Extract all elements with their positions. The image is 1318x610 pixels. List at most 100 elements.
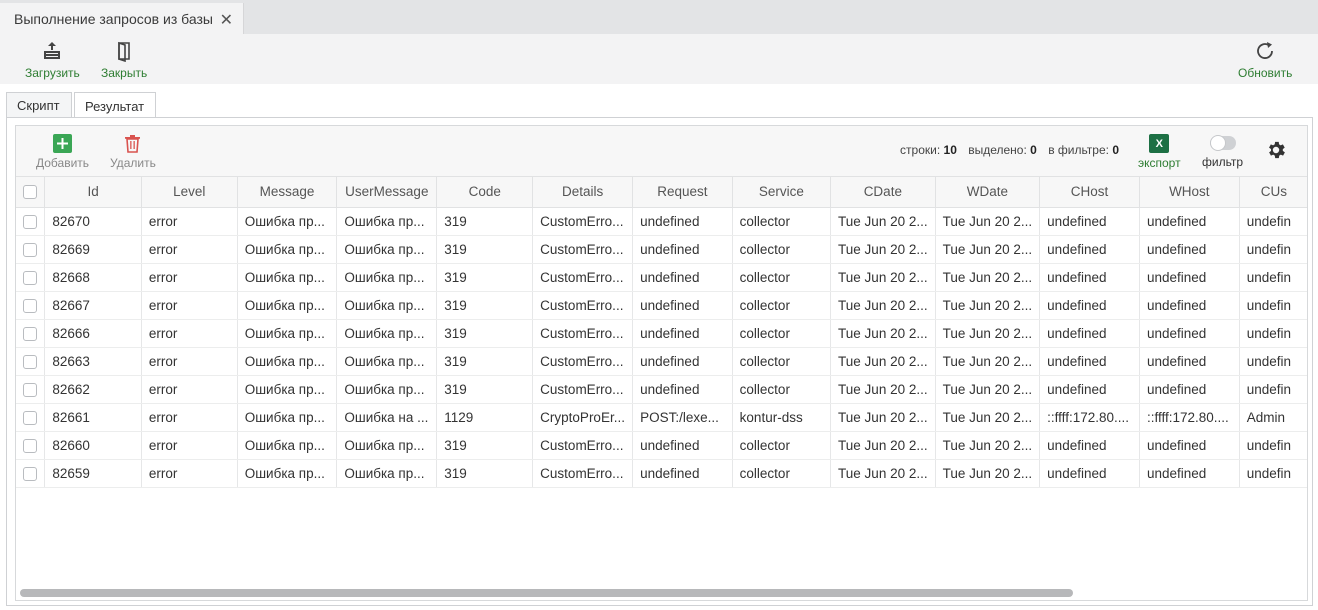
row-checkbox-cell[interactable] xyxy=(16,319,46,348)
table-cell[interactable]: undefined xyxy=(632,375,733,404)
table-cell[interactable]: ::ffff:172.80.... xyxy=(1039,403,1140,432)
table-cell[interactable]: undefined xyxy=(1039,263,1140,292)
table-cell[interactable]: 82669 xyxy=(44,235,142,264)
table-cell[interactable]: undefin xyxy=(1239,291,1307,320)
table-cell[interactable]: Tue Jun 20 2... xyxy=(830,459,936,488)
row-checkbox[interactable] xyxy=(23,270,38,285)
table-cell[interactable]: 319 xyxy=(436,375,534,404)
row-checkbox-cell[interactable] xyxy=(16,403,46,432)
table-cell[interactable]: Ошибка пр... xyxy=(237,207,338,236)
table-cell[interactable]: Ошибка пр... xyxy=(336,459,438,488)
table-cell[interactable]: Ошибка пр... xyxy=(336,207,438,236)
table-cell[interactable]: undefined xyxy=(1039,291,1140,320)
table-cell[interactable]: error xyxy=(141,235,238,264)
table-cell[interactable]: Tue Jun 20 2... xyxy=(935,319,1041,348)
close-icon[interactable]: ✕ xyxy=(220,10,233,30)
table-cell[interactable]: 319 xyxy=(436,347,534,376)
table-cell[interactable]: CryptoProEr... xyxy=(532,403,634,432)
table-cell[interactable]: CustomErro... xyxy=(532,291,634,320)
table-cell[interactable]: undefined xyxy=(632,263,733,292)
row-checkbox-cell[interactable] xyxy=(16,263,46,292)
table-cell[interactable]: 319 xyxy=(436,459,534,488)
table-cell[interactable]: Ошибка пр... xyxy=(237,235,338,264)
table-cell[interactable]: Ошибка пр... xyxy=(237,403,338,432)
table-cell[interactable]: Tue Jun 20 2... xyxy=(830,291,936,320)
table-cell[interactable]: Ошибка пр... xyxy=(237,263,338,292)
table-cell[interactable]: undefined xyxy=(1139,263,1240,292)
row-checkbox-cell[interactable] xyxy=(16,459,46,488)
table-cell[interactable]: 82660 xyxy=(44,431,142,460)
row-checkbox-cell[interactable] xyxy=(16,431,46,460)
table-cell[interactable]: collector xyxy=(732,207,832,236)
table-cell[interactable]: undefined xyxy=(1039,207,1140,236)
column-header[interactable]: Id xyxy=(44,177,142,208)
table-cell[interactable]: Ошибка пр... xyxy=(237,347,338,376)
column-header[interactable]: UserMessage xyxy=(336,177,438,208)
table-cell[interactable]: error xyxy=(141,319,238,348)
table-cell[interactable]: error xyxy=(141,459,238,488)
row-checkbox[interactable] xyxy=(23,242,38,257)
table-cell[interactable]: undefined xyxy=(632,431,733,460)
table-cell[interactable]: CustomErro... xyxy=(532,207,634,236)
table-cell[interactable]: undefined xyxy=(632,459,733,488)
table-cell[interactable]: Tue Jun 20 2... xyxy=(935,347,1041,376)
row-checkbox[interactable] xyxy=(23,214,38,229)
table-cell[interactable]: collector xyxy=(732,263,832,292)
table-cell[interactable]: 319 xyxy=(436,263,534,292)
table-cell[interactable]: undefined xyxy=(1039,459,1140,488)
table-row[interactable]: 82670 error Ошибка пр... Ошибка пр... 319 Cus… xyxy=(16,207,1307,236)
table-cell[interactable]: 319 xyxy=(436,319,534,348)
table-cell[interactable]: Ошибка пр... xyxy=(237,459,338,488)
table-cell[interactable]: CustomErro... xyxy=(532,431,634,460)
table-cell[interactable]: 319 xyxy=(436,291,534,320)
row-checkbox[interactable] xyxy=(23,382,38,397)
table-cell[interactable]: undefined xyxy=(1039,319,1140,348)
table-cell[interactable]: Tue Jun 20 2... xyxy=(935,291,1041,320)
table-cell[interactable]: 82661 xyxy=(44,403,142,432)
table-cell[interactable]: collector xyxy=(732,347,832,376)
table-cell[interactable]: Ошибка пр... xyxy=(336,347,438,376)
table-cell[interactable]: Tue Jun 20 2... xyxy=(935,403,1041,432)
column-header[interactable]: Request xyxy=(632,177,733,208)
table-cell[interactable]: Ошибка пр... xyxy=(237,291,338,320)
table-cell[interactable]: undefined xyxy=(1139,207,1240,236)
table-row[interactable]: 82662 error Ошибка пр... Ошибка пр... 319 Cus… xyxy=(16,375,1307,404)
select-all-checkbox[interactable] xyxy=(23,185,38,200)
column-header[interactable]: Details xyxy=(532,177,634,208)
table-cell[interactable]: Ошибка на ... xyxy=(336,403,438,432)
column-header[interactable]: Message xyxy=(237,177,338,208)
table-cell[interactable]: Ошибка пр... xyxy=(336,319,438,348)
table-cell[interactable]: undefin xyxy=(1239,431,1307,460)
table-cell[interactable]: undefined xyxy=(1039,375,1140,404)
table-cell[interactable]: Tue Jun 20 2... xyxy=(830,235,936,264)
row-checkbox-cell[interactable] xyxy=(16,207,46,236)
column-header[interactable]: Level xyxy=(141,177,238,208)
row-checkbox[interactable] xyxy=(23,438,38,453)
table-cell[interactable]: Ошибка пр... xyxy=(336,235,438,264)
table-cell[interactable]: collector xyxy=(732,291,832,320)
table-row[interactable]: 82663 error Ошибка пр... Ошибка пр... 319 Cus… xyxy=(16,347,1307,376)
table-cell[interactable]: undefin xyxy=(1239,263,1307,292)
table-cell[interactable]: error xyxy=(141,207,238,236)
table-cell[interactable]: undefined xyxy=(632,235,733,264)
table-cell[interactable]: Tue Jun 20 2... xyxy=(830,319,936,348)
row-checkbox-cell[interactable] xyxy=(16,291,46,320)
column-header[interactable]: Service xyxy=(732,177,832,208)
table-cell[interactable]: undefined xyxy=(1139,375,1240,404)
table-row[interactable]: 82666 error Ошибка пр... Ошибка пр... 319 Cus… xyxy=(16,319,1307,348)
table-row[interactable]: 82660 error Ошибка пр... Ошибка пр... 319 Cus… xyxy=(16,431,1307,460)
column-header[interactable]: CDate xyxy=(830,177,936,208)
table-row[interactable]: 82669 error Ошибка пр... Ошибка пр... 319 Cus… xyxy=(16,235,1307,264)
select-all-checkbox-cell[interactable] xyxy=(16,177,46,208)
table-row[interactable]: 82661 error Ошибка пр... Ошибка на ... 1129 C… xyxy=(16,403,1307,432)
table-cell[interactable]: 319 xyxy=(436,207,534,236)
table-cell[interactable]: undefin xyxy=(1239,319,1307,348)
table-cell[interactable]: Ошибка пр... xyxy=(237,431,338,460)
table-cell[interactable]: Tue Jun 20 2... xyxy=(935,263,1041,292)
table-cell[interactable]: Ошибка пр... xyxy=(237,375,338,404)
table-cell[interactable]: CustomErro... xyxy=(532,235,634,264)
table-cell[interactable]: Tue Jun 20 2... xyxy=(830,375,936,404)
table-cell[interactable]: undefined xyxy=(632,207,733,236)
horizontal-scrollbar[interactable] xyxy=(20,589,1073,597)
table-cell[interactable]: 82668 xyxy=(44,263,142,292)
